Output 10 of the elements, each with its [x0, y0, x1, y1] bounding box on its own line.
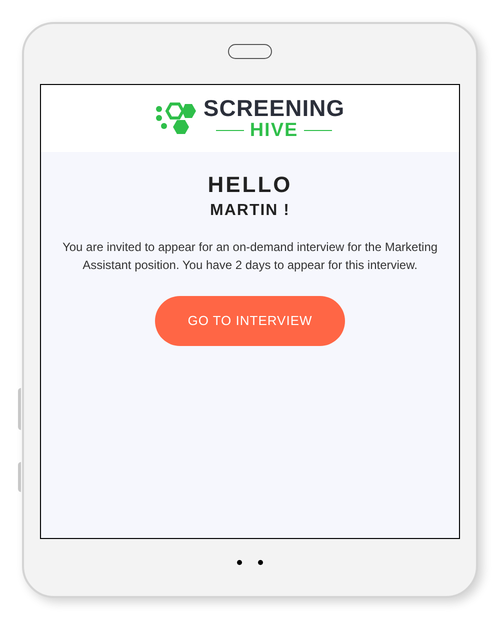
go-to-interview-button[interactable]: GO TO INTERVIEW	[155, 296, 345, 346]
hexagon-logo-icon	[155, 100, 198, 136]
invitation-message: You are invited to appear for an on-demand interview for the Marketing Assistant position. You have 2 days to appear for this interview.	[61, 239, 439, 274]
logo-wordmark: SCREENING	[203, 97, 345, 120]
recipient-name: MARTIN !	[210, 203, 290, 219]
greeting-title: HELLO	[208, 174, 292, 196]
side-button[interactable]	[18, 388, 21, 430]
speaker-slot	[228, 44, 272, 59]
logo-subword: HIVE	[250, 121, 298, 140]
side-button[interactable]	[18, 462, 21, 492]
